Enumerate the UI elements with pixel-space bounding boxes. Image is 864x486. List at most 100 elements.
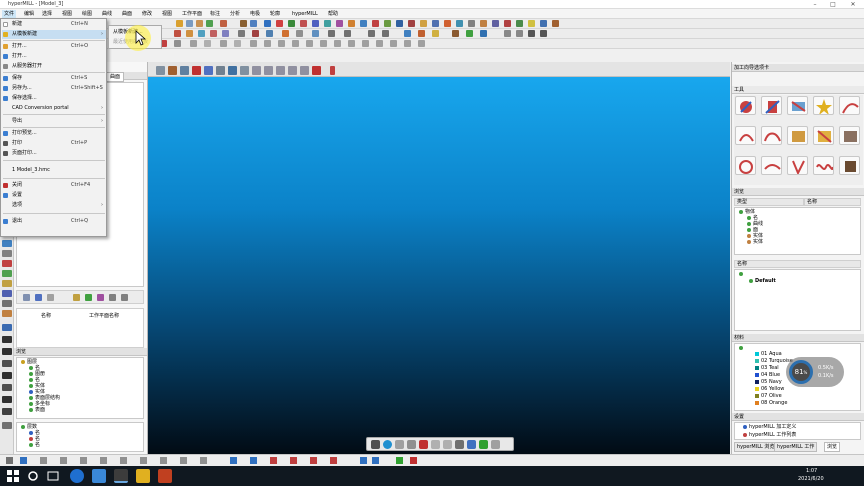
tool-loft-icon[interactable] <box>210 30 217 37</box>
tool-render-icon[interactable] <box>540 20 547 27</box>
tool-filter-icon[interactable] <box>480 30 487 37</box>
hm-definition[interactable]: hyperMILL 加工定义 <box>749 424 796 430</box>
menu-item-options[interactable]: 选项 › <box>2 201 106 210</box>
tool-polygon-icon[interactable] <box>336 20 343 27</box>
vp-pen-icon[interactable] <box>419 440 428 449</box>
bb-icon-18[interactable] <box>360 457 367 464</box>
strip-icon-4[interactable] <box>2 270 12 277</box>
bb-icon-3[interactable] <box>40 457 47 464</box>
vp-line-icon[interactable] <box>479 440 488 449</box>
tool-helix-icon[interactable] <box>735 156 756 175</box>
vp-globe-icon[interactable] <box>383 440 392 449</box>
tool-patch-icon[interactable] <box>252 30 259 37</box>
obj-item-5[interactable]: 实体 <box>753 239 763 245</box>
strip-icon-13[interactable] <box>2 372 12 379</box>
tool-revolve-icon[interactable] <box>198 30 205 37</box>
menu-modify[interactable]: 修改 <box>140 10 154 18</box>
hm-joblist[interactable]: hyperMILL 工作列表 <box>749 432 796 438</box>
tool-fit-icon[interactable] <box>432 30 439 37</box>
menu-select[interactable]: 选择 <box>40 10 54 18</box>
material-aqua[interactable]: 01 Aqua <box>761 351 782 357</box>
menu-item-save-as[interactable]: 另存为... Ctrl+Shift+S <box>2 84 106 93</box>
vt-shade-icon[interactable] <box>204 66 213 75</box>
material-olive[interactable]: 07 Olive <box>761 393 782 399</box>
tool-array-icon[interactable] <box>480 20 487 27</box>
tool-color-icon[interactable] <box>528 20 535 27</box>
menu-item-recent-file[interactable]: 1 Model_3.hmc <box>2 166 106 175</box>
strip-icon-2[interactable] <box>2 250 12 257</box>
tool-contour-icon[interactable] <box>761 126 782 145</box>
bb-icon-6[interactable] <box>100 457 107 464</box>
clock-time[interactable]: 1:07 <box>806 468 817 474</box>
menu-surface[interactable]: 曲面 <box>120 10 134 18</box>
vt-wire-icon[interactable] <box>216 66 225 75</box>
app-icon-5[interactable] <box>158 469 172 483</box>
app-icon-3[interactable] <box>114 469 128 483</box>
tool-axis-icon[interactable] <box>368 30 375 37</box>
menu-help[interactable]: 帮助 <box>326 10 340 18</box>
tool-move-icon[interactable] <box>468 20 475 27</box>
bb-icon-8[interactable] <box>140 457 147 464</box>
tool-5axis-icon[interactable] <box>839 156 860 175</box>
menu-dimension[interactable]: 标注 <box>208 10 222 18</box>
tool-trim-icon[interactable] <box>384 20 391 27</box>
view-cube-9-icon[interactable] <box>362 40 369 47</box>
view-cube-12-icon[interactable] <box>404 40 411 47</box>
tool-arc-icon[interactable] <box>300 20 307 27</box>
strip-icon-3[interactable] <box>2 260 12 267</box>
start-icon[interactable] <box>6 469 20 483</box>
tree2-item-3[interactable]: 名 <box>35 442 40 448</box>
vp-edit-icon[interactable] <box>395 440 404 449</box>
col-type-header[interactable]: 类型 <box>734 198 804 206</box>
vp-crosshair-icon[interactable] <box>491 440 500 449</box>
lp-tool-2-icon[interactable] <box>35 294 42 301</box>
material-yellow[interactable]: 06 Yellow <box>761 386 784 392</box>
vt-select-icon[interactable] <box>156 66 165 75</box>
3d-viewport[interactable] <box>148 77 730 454</box>
menu-file[interactable]: 文件 <box>2 10 17 18</box>
tool-spline-icon[interactable] <box>348 20 355 27</box>
tool-profile-icon[interactable] <box>787 156 808 175</box>
menu-item-save[interactable]: 保存 Ctrl+S <box>2 74 106 83</box>
tool-fillet-icon[interactable] <box>408 20 415 27</box>
lp-tool-5-icon[interactable] <box>85 294 92 301</box>
tool-curve-icon-2[interactable] <box>839 96 860 115</box>
lp-tool-4-icon[interactable] <box>73 294 80 301</box>
menu-draw[interactable]: 绘图 <box>80 10 94 18</box>
view-section-icon[interactable] <box>234 40 241 47</box>
tool-plane-icon[interactable] <box>382 30 389 37</box>
tool-analysis-icon[interactable] <box>504 20 511 27</box>
tool-extrude-icon[interactable] <box>186 30 193 37</box>
menu-item-print-preview[interactable]: 打印预览... <box>2 129 106 138</box>
menu-item-settings[interactable]: 设置 <box>2 191 106 200</box>
tool-rotate-icon[interactable] <box>444 20 451 27</box>
tool-cut-icon[interactable] <box>196 20 203 27</box>
strip-icon-11[interactable] <box>2 348 12 355</box>
tool-extend-icon[interactable] <box>396 20 403 27</box>
strip-icon-6[interactable] <box>2 290 12 297</box>
menu-curve[interactable]: 曲线 <box>100 10 114 18</box>
close-button[interactable]: ✕ <box>846 0 860 9</box>
menu-item-new-from-template[interactable]: 从模板新建 › <box>2 30 106 39</box>
strip-icon-15[interactable] <box>2 396 12 403</box>
vp-gear-icon[interactable] <box>371 440 380 449</box>
tool-grid-icon[interactable] <box>504 30 511 37</box>
bb-icon-16[interactable] <box>310 457 317 464</box>
col-name-header-right[interactable]: 名称 <box>804 198 861 206</box>
tool-line-icon[interactable] <box>288 20 295 27</box>
menu-item-new[interactable]: 新建 Ctrl+N <box>2 20 106 29</box>
vp-sweep-icon[interactable] <box>455 440 464 449</box>
tool-shade-icon[interactable] <box>552 20 559 27</box>
strip-icon-10[interactable] <box>2 336 12 343</box>
menu-item-page-print[interactable]: 页面打印... <box>2 149 106 158</box>
vp-brush-icon[interactable] <box>467 440 476 449</box>
material-navy[interactable]: 05 Navy <box>761 379 782 385</box>
vt-a-icon[interactable] <box>252 66 261 75</box>
bb-icon-10[interactable] <box>180 457 187 464</box>
bb-icon-1[interactable] <box>6 457 13 464</box>
maximize-button[interactable]: □ <box>826 0 840 9</box>
vt-cube-icon[interactable] <box>180 66 189 75</box>
view-cube-2-icon[interactable] <box>264 40 271 47</box>
strip-icon-14[interactable] <box>2 384 12 391</box>
tool-curve-icon[interactable] <box>360 20 367 27</box>
